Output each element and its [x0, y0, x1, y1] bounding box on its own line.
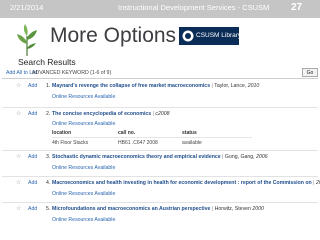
- add-button[interactable]: Add: [28, 206, 37, 212]
- slide-heading: More Options: [50, 24, 177, 47]
- star-icon[interactable]: ☆: [16, 153, 21, 160]
- star-icon[interactable]: ☆: [16, 205, 21, 212]
- result-line: Microfoundations and macroeconomics an A…: [52, 206, 264, 212]
- add-button[interactable]: Add: [28, 83, 37, 89]
- result-year: 2006: [256, 154, 268, 160]
- result-number: 2.: [46, 111, 51, 117]
- result-year: 2000: [252, 206, 264, 212]
- star-icon[interactable]: ☆: [16, 82, 21, 89]
- slide-organization: Instructional Development Services - CSU…: [118, 3, 270, 12]
- add-button[interactable]: Add: [28, 111, 37, 117]
- online-resources-link[interactable]: Online Resources Available: [52, 217, 115, 223]
- star-icon[interactable]: ☆: [16, 110, 21, 117]
- result-title-link[interactable]: Macroeconomics and health investing in h…: [52, 180, 312, 186]
- row-divider: [2, 107, 318, 108]
- holdings-callno-header: call no.: [118, 130, 136, 136]
- result-line: Stochastic dynamic macroeconomics theory…: [52, 154, 268, 160]
- row-divider: [2, 150, 318, 151]
- slide-page-number: 27: [291, 2, 303, 13]
- result-year: 2010: [247, 83, 260, 89]
- query-summary: ADVANCED KEYWORD (1-6 of 9): [32, 70, 112, 76]
- result-author: Horwitz, Steven: [214, 206, 251, 212]
- result-number: 4.: [46, 180, 51, 186]
- holdings-location-header: location: [52, 130, 72, 136]
- search-results-title: Search Results: [18, 57, 76, 67]
- add-button[interactable]: Add: [28, 180, 37, 186]
- result-title-link[interactable]: Microfoundations and macroeconomics an A…: [52, 206, 210, 212]
- star-icon[interactable]: ☆: [16, 179, 21, 186]
- slide-header-bar: 2/21/2014 Instructional Development Serv…: [0, 0, 320, 18]
- result-number: 5.: [46, 206, 51, 212]
- result-line: Macroeconomics and health investing in h…: [52, 180, 320, 186]
- result-title-link[interactable]: The concise encyclopedia of economics: [52, 111, 151, 117]
- result-number: 1.: [46, 83, 51, 89]
- result-author: Taylor, Lance,: [214, 83, 247, 89]
- logo-text: CSUSM Library: [196, 32, 242, 39]
- online-resources-link[interactable]: Online Resources Available: [52, 121, 115, 127]
- result-year: c2008: [155, 111, 170, 117]
- result-number: 3.: [46, 154, 51, 160]
- add-button[interactable]: Add: [28, 154, 37, 160]
- divider: [2, 78, 318, 79]
- holdings-status-header: status: [182, 130, 197, 136]
- csusm-library-logo: CSUSM Library: [179, 27, 242, 45]
- slide-date: 2/21/2014: [10, 3, 44, 12]
- row-divider: [2, 176, 318, 177]
- result-line: The concise encyclopedia of economics | …: [52, 111, 170, 117]
- go-button[interactable]: Go: [302, 68, 318, 77]
- result-title-link[interactable]: Maynard's revenge the collapse of free m…: [52, 83, 210, 89]
- holdings-divider: [52, 137, 252, 138]
- result-title-link[interactable]: Stochastic dynamic macroeconomics theory…: [52, 154, 221, 160]
- holdings-status: available: [182, 140, 202, 146]
- library-emblem-icon: [182, 30, 194, 42]
- online-resources-link[interactable]: Online Resources Available: [52, 165, 115, 171]
- plant-illustration: [17, 24, 37, 56]
- holdings-call-number: HB61 .C647 2008: [118, 140, 158, 146]
- result-author: Gong, Gang,: [224, 154, 255, 160]
- result-line: Maynard's revenge the collapse of free m…: [52, 83, 259, 89]
- online-resources-link[interactable]: Online Resources Available: [52, 94, 115, 100]
- holdings-location: 4th Floor Stacks: [52, 140, 89, 146]
- result-year: 2001: [315, 180, 320, 186]
- online-resources-link[interactable]: Online Resources Available: [52, 191, 115, 197]
- row-divider: [2, 202, 318, 203]
